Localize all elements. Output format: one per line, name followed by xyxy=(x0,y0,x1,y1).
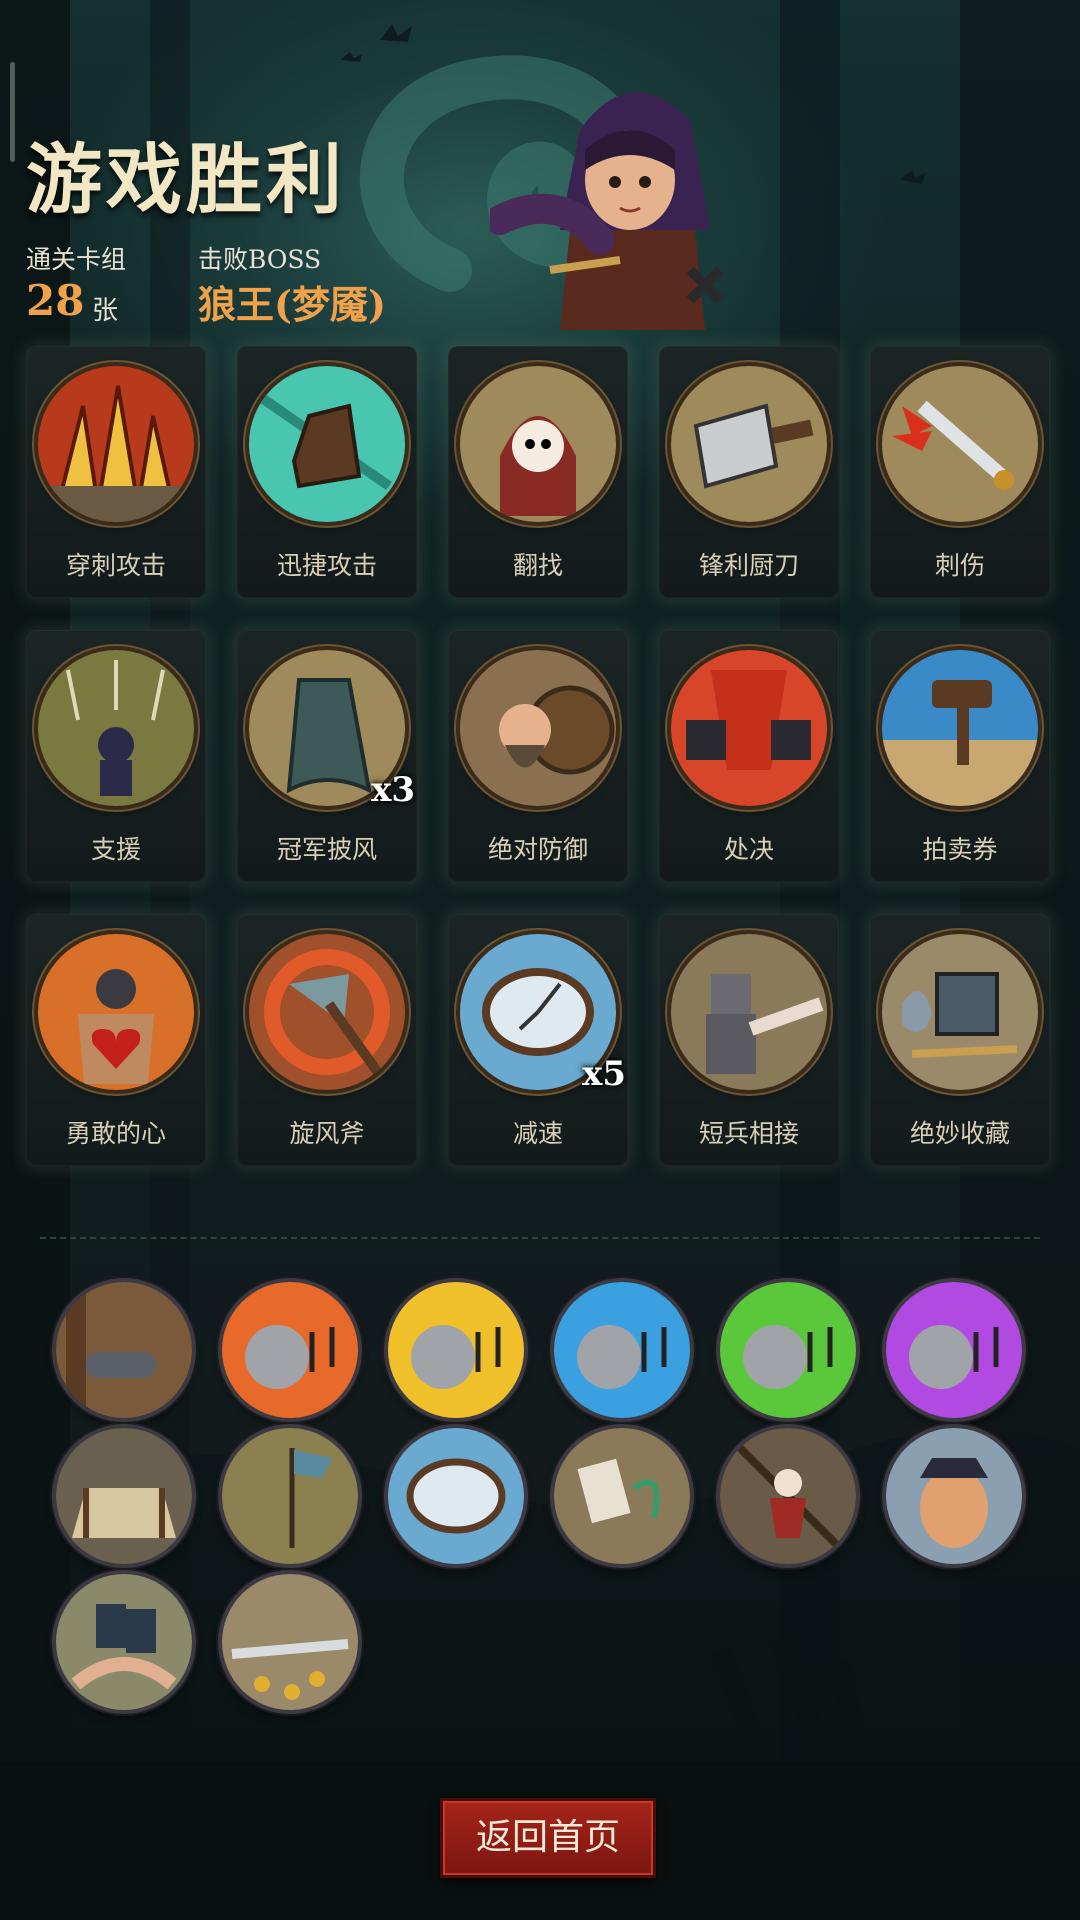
knight-sword-icon xyxy=(671,934,827,1090)
card-label: 迅捷攻击 xyxy=(276,551,377,580)
card-hand-icon[interactable] xyxy=(56,1574,192,1710)
boss-label: 击败BOSS xyxy=(198,245,322,274)
escape-girl-icon[interactable] xyxy=(720,1428,856,1564)
card-label: 减速 xyxy=(512,1119,563,1148)
cleared-deck-count: 28 xyxy=(26,276,85,325)
collection-icon xyxy=(882,934,1038,1090)
card-label: 绝对防御 xyxy=(487,835,588,864)
card-slot[interactable]: 处决 xyxy=(659,630,839,882)
skull-music-green-icon[interactable] xyxy=(720,1282,856,1418)
card-label: 短兵相接 xyxy=(698,1119,799,1148)
card-slot[interactable]: 短兵相接 xyxy=(659,914,839,1166)
card-slot[interactable]: 支援 xyxy=(26,630,206,882)
card-slot[interactable]: 迅捷攻击 xyxy=(237,346,417,598)
skull-music-yellow-icon[interactable] xyxy=(388,1282,524,1418)
spikes-icon xyxy=(38,366,194,522)
whirlwind-axe-icon xyxy=(249,934,405,1090)
support-arrows-icon xyxy=(38,650,194,806)
card-slot[interactable]: 绝对防御 xyxy=(448,630,628,882)
card-label: 拍卖券 xyxy=(922,835,998,864)
card-label: 绝妙收藏 xyxy=(909,1119,1010,1148)
swift-boot-icon xyxy=(249,366,405,522)
auction-gavel-icon xyxy=(882,650,1038,806)
brave-heart-icon xyxy=(38,934,194,1090)
cannon-icon[interactable] xyxy=(56,1282,192,1418)
card-slot[interactable]: 翻找 xyxy=(448,346,628,598)
card-label: 支援 xyxy=(90,835,141,864)
boss-name: 狼王(梦魇) xyxy=(198,282,386,327)
skull-music-purple-icon[interactable] xyxy=(886,1282,1022,1418)
card-label: 穿刺攻击 xyxy=(65,551,166,580)
card-count-badge: x5 xyxy=(582,1054,626,1094)
execution-icon xyxy=(671,650,827,806)
card-label: 锋利厨刀 xyxy=(698,551,799,580)
section-divider xyxy=(40,1237,1040,1239)
card-label: 翻找 xyxy=(512,551,563,580)
scared-pirate-icon[interactable] xyxy=(886,1428,1022,1564)
card-label: 冠军披风 xyxy=(276,835,377,864)
cleared-deck-unit: 张 xyxy=(92,296,119,326)
card-slot[interactable]: 穿刺攻击 xyxy=(26,346,206,598)
card-trick-icon[interactable] xyxy=(554,1428,690,1564)
card-slot[interactable]: 勇敢的心 xyxy=(26,914,206,1166)
victory-screen: 游戏胜利 通关卡组 28 张 击败BOSS 狼王(梦魇) 穿刺攻击 迅捷攻击 翻找 锋… xyxy=(0,0,1080,1920)
skull-music-red-icon[interactable] xyxy=(222,1282,358,1418)
skull-music-blue-icon[interactable] xyxy=(554,1282,690,1418)
dagger-stab-icon xyxy=(882,366,1038,522)
cleaver-icon xyxy=(671,366,827,522)
frozen-clock-relic-icon[interactable] xyxy=(388,1428,524,1564)
coin-sword-icon[interactable] xyxy=(222,1574,358,1710)
cleared-deck-label: 通关卡组 xyxy=(26,245,127,274)
card-slot[interactable]: 减速 x5 xyxy=(448,914,628,1166)
card-slot[interactable]: 拍卖券 xyxy=(870,630,1050,882)
card-slot[interactable]: 刺伤 xyxy=(870,346,1050,598)
hooded-hero-portrait xyxy=(490,92,724,330)
card-slot[interactable]: 旋风斧 xyxy=(237,914,417,1166)
card-count-badge: x3 xyxy=(371,770,415,810)
boxing-ring-icon[interactable] xyxy=(56,1428,192,1564)
card-label: 旋风斧 xyxy=(289,1119,365,1148)
dwarf-shield-icon xyxy=(460,650,616,806)
return-home-button[interactable]: 返回首页 xyxy=(440,1798,656,1878)
card-slot[interactable]: 冠军披风 x3 xyxy=(237,630,417,882)
card-label: 勇敢的心 xyxy=(65,1119,166,1148)
card-label: 处决 xyxy=(723,835,774,864)
card-label: 刺伤 xyxy=(934,551,985,580)
page-title: 游戏胜利 xyxy=(26,135,346,224)
scroll-indicator xyxy=(10,62,15,162)
card-slot[interactable]: 锋利厨刀 xyxy=(659,346,839,598)
battle-banner-icon[interactable] xyxy=(222,1428,358,1564)
red-hood-girl-icon xyxy=(460,366,616,522)
card-slot[interactable]: 绝妙收藏 xyxy=(870,914,1050,1166)
